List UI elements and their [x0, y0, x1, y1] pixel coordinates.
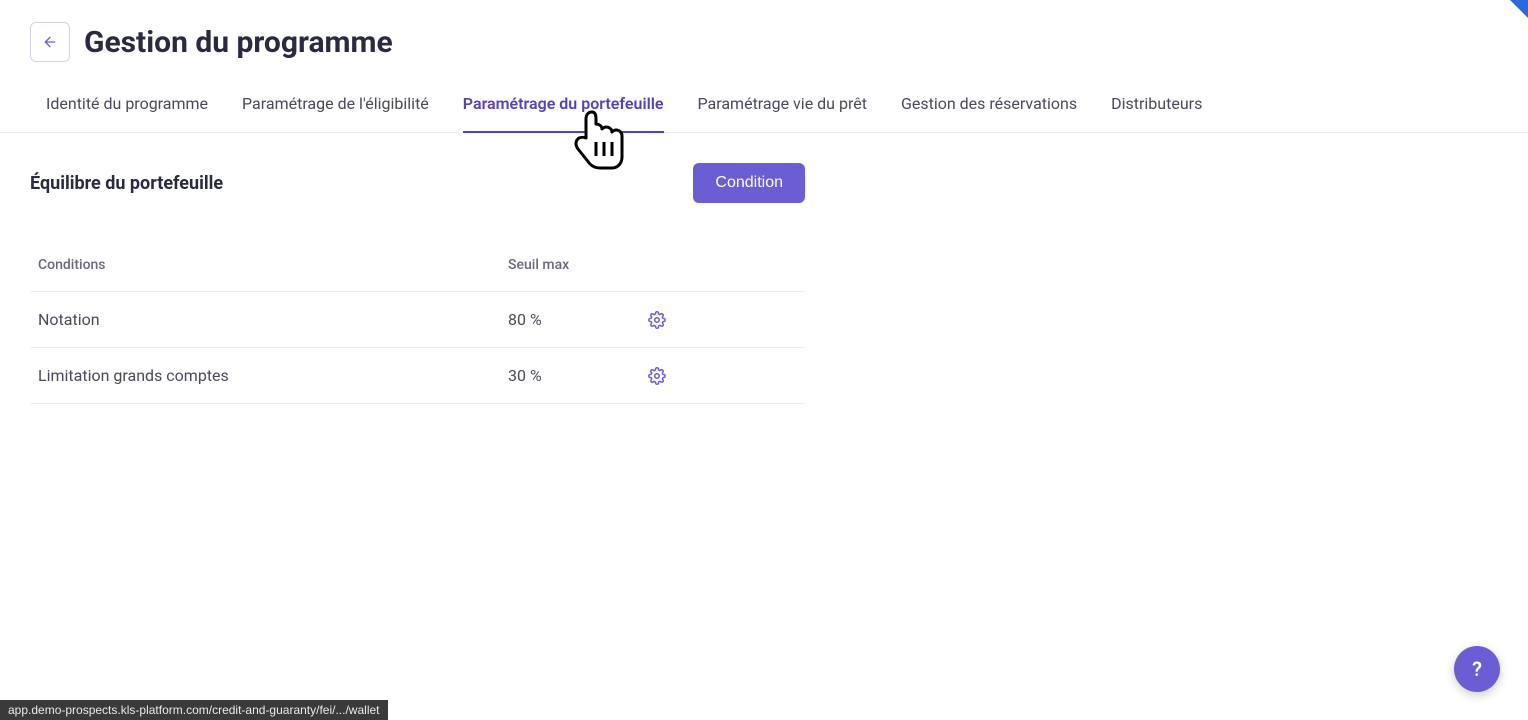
gear-icon[interactable]: [648, 311, 666, 329]
condition-button[interactable]: Condition: [693, 163, 805, 203]
tab-parametrage-eligibilite[interactable]: Paramétrage de l'éligibilité: [242, 84, 429, 133]
section-header: Équilibre du portefeuille Condition: [30, 163, 805, 203]
tab-parametrage-vie-pret[interactable]: Paramétrage vie du prêt: [698, 84, 867, 133]
col-header-seuil: Seuil max: [508, 257, 648, 273]
conditions-table: Conditions Seuil max Notation 80 % Limit…: [30, 239, 805, 404]
status-bar-url: app.demo-prospects.kls-platform.com/cred…: [0, 700, 388, 720]
page-title: Gestion du programme: [84, 25, 393, 60]
help-button[interactable]: ?: [1454, 646, 1500, 692]
help-icon: ?: [1472, 657, 1482, 681]
cell-seuil: 30 %: [508, 366, 648, 385]
tab-parametrage-portefeuille[interactable]: Paramétrage du portefeuille: [463, 84, 664, 133]
table-row: Notation 80 %: [30, 292, 805, 348]
tab-gestion-reservations[interactable]: Gestion des réservations: [901, 84, 1077, 133]
tabs-nav: Identité du programme Paramétrage de l'é…: [0, 72, 1528, 133]
table-row: Limitation grands comptes 30 %: [30, 348, 805, 404]
back-button[interactable]: [30, 22, 70, 62]
table-header-row: Conditions Seuil max: [30, 239, 805, 292]
tab-identite-programme[interactable]: Identité du programme: [46, 84, 208, 133]
col-header-conditions: Conditions: [38, 257, 508, 273]
arrow-left-icon: [42, 34, 58, 50]
cell-condition: Notation: [38, 310, 508, 329]
window-corner-indicator: [1510, 0, 1528, 18]
cell-condition: Limitation grands comptes: [38, 366, 508, 385]
gear-icon[interactable]: [648, 367, 666, 385]
page-header: Gestion du programme: [0, 0, 1528, 72]
section-title: Équilibre du portefeuille: [30, 173, 693, 194]
cell-seuil: 80 %: [508, 310, 648, 329]
tab-distributeurs[interactable]: Distributeurs: [1111, 84, 1202, 133]
main-content: Équilibre du portefeuille Condition Cond…: [0, 133, 1528, 434]
